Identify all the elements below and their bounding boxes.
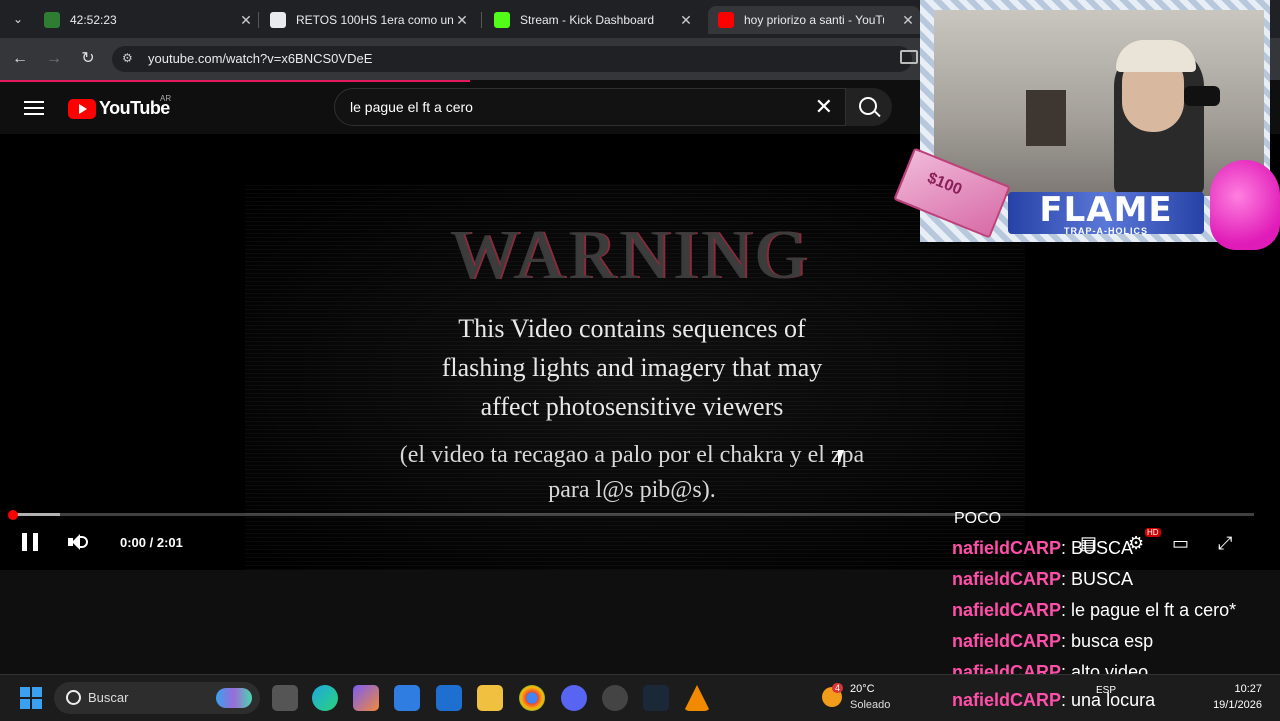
timer-icon (44, 12, 60, 28)
tab-kick-label: Stream - Kick Dashboard (520, 13, 655, 27)
tab-kick-close-icon[interactable]: ✕ (678, 12, 694, 29)
warning-note: (el video ta recagao a palo por el chakr… (0, 438, 1264, 508)
chat-message: nafieldCARP: una locura (952, 690, 1156, 710)
obs-icon[interactable] (602, 685, 628, 711)
warning-line: affect photosensitive viewers (480, 392, 784, 421)
chat-text: una locura (1071, 690, 1156, 710)
taskbar-search-placeholder: Buscar (88, 690, 129, 705)
tab-youtube-label: hoy priorizo a santi - YouTu (744, 13, 884, 27)
hamburger-menu-icon[interactable] (24, 97, 44, 115)
warning-body: This Video contains sequences of flashin… (0, 309, 1264, 426)
volume-icon[interactable] (68, 533, 92, 551)
tab-youtube-close-icon[interactable]: ✕ (900, 12, 916, 29)
tab-youtube[interactable]: hoy priorizo a santi - YouTu ✕ (708, 6, 920, 34)
money-text: $100 (924, 169, 965, 199)
weather-description[interactable]: Soleado (850, 699, 890, 711)
chat-text: le pague el ft a cero* (1071, 600, 1237, 620)
cast-icon[interactable] (900, 50, 918, 64)
tab-separator (481, 12, 482, 28)
chrome-icon[interactable] (519, 685, 545, 711)
tab-timer[interactable]: 42:52:23 ✕ (44, 6, 254, 34)
flame-subtitle: TRAP-A-HOLICS (1064, 226, 1148, 236)
progress-buffered (12, 513, 60, 516)
video-time: 0:00 / 2:01 (120, 535, 183, 550)
clock-time[interactable]: 10:27 (1210, 683, 1262, 695)
warning-line: This Video contains sequences of (458, 314, 806, 343)
kick-icon (494, 12, 510, 28)
steam-icon[interactable] (643, 685, 669, 711)
chat-username: nafieldCARP (952, 631, 1062, 651)
sheet-icon (270, 12, 286, 28)
pause-button[interactable] (22, 533, 40, 551)
note-line: para l@s pib@s). (548, 477, 716, 503)
progress-scrubber-handle[interactable] (8, 510, 18, 520)
vlc-icon[interactable] (684, 685, 710, 711)
windows-start-icon[interactable] (20, 687, 42, 709)
chat-message: nafieldCARP: BUSCA (952, 538, 1134, 558)
tab-retos-close-icon[interactable]: ✕ (454, 12, 470, 29)
pink-buddha-sticker (1210, 160, 1280, 250)
youtube-logo[interactable]: YouTube (68, 98, 170, 119)
youtube-icon (718, 12, 734, 28)
chat-username: nafieldCARP (952, 600, 1062, 620)
tab-timer-label: 42:52:23 (70, 13, 117, 27)
chat-text: BUSCA (1071, 569, 1134, 589)
tab-retos[interactable]: RETOS 100HS 1era como un lin ✕ (270, 6, 470, 34)
forward-arrow-icon[interactable]: → (42, 48, 66, 70)
webcam-feed (934, 10, 1264, 196)
tab-separator (258, 12, 259, 28)
site-settings-icon[interactable]: ⚙ (122, 51, 133, 65)
chat-username: nafieldCARP (952, 690, 1062, 710)
taskbar-search[interactable]: Buscar (54, 682, 260, 714)
headset-icon (1184, 86, 1220, 106)
mouse-cursor-icon (838, 450, 850, 466)
chat-message: nafieldCARP: le pague el ft a cero* (952, 600, 1237, 620)
tab-timer-close-icon[interactable]: ✕ (238, 12, 254, 29)
note-line: (el video ta recagao a palo por el chakr… (399, 442, 865, 468)
discord-icon[interactable] (561, 685, 587, 711)
search-icon (66, 690, 81, 705)
chat-partial-line: POCO (954, 510, 1002, 527)
search-icon (859, 97, 877, 115)
chat-text: busca esp (1071, 631, 1154, 651)
tab-retos-label: RETOS 100HS 1era como un lin (296, 13, 456, 27)
clock-date[interactable]: 19/1/2026 (1206, 699, 1262, 711)
chat-message: nafieldCARP: busca esp (952, 631, 1154, 651)
edge-icon[interactable] (312, 685, 338, 711)
youtube-play-logo-icon (68, 98, 96, 119)
chat-username: nafieldCARP (952, 538, 1062, 558)
country-code: AR (160, 94, 172, 103)
tab-kick[interactable]: Stream - Kick Dashboard ✕ (494, 6, 694, 34)
file-explorer-icon[interactable] (477, 685, 503, 711)
search-query-text[interactable]: le pague el ft a cero (350, 99, 473, 115)
copilot-icon[interactable] (353, 685, 379, 711)
task-view-icon[interactable] (272, 685, 298, 711)
store-icon[interactable] (394, 685, 420, 711)
url-text[interactable]: youtube.com/watch?v=x6BNCS0VDeE (148, 51, 372, 66)
search-button[interactable] (846, 88, 892, 126)
chat-text: BUSCA (1071, 538, 1134, 558)
address-bar[interactable]: ⚙ youtube.com/watch?v=x6BNCS0VDeE (112, 46, 912, 72)
weather-badge: 4 (832, 683, 844, 693)
search-highlight-icon (216, 688, 252, 708)
reload-icon[interactable]: ↻ (76, 48, 100, 70)
back-arrow-icon[interactable]: ← (8, 48, 32, 70)
search-input[interactable]: le pague el ft a cero ✕ (334, 88, 846, 126)
clear-search-icon[interactable]: ✕ (815, 94, 833, 120)
tab-search-chevron-icon[interactable]: ⌄ (8, 9, 28, 29)
webcam-overlay: $100 FLAME TRAP-A-HOLICS (893, 0, 1280, 262)
outlook-icon[interactable] (436, 685, 462, 711)
warning-line: flashing lights and imagery that may (441, 353, 823, 382)
weather-temperature[interactable]: 20°C (850, 683, 875, 695)
chat-message: nafieldCARP: BUSCA (952, 569, 1134, 589)
chat-username: nafieldCARP (952, 569, 1062, 589)
